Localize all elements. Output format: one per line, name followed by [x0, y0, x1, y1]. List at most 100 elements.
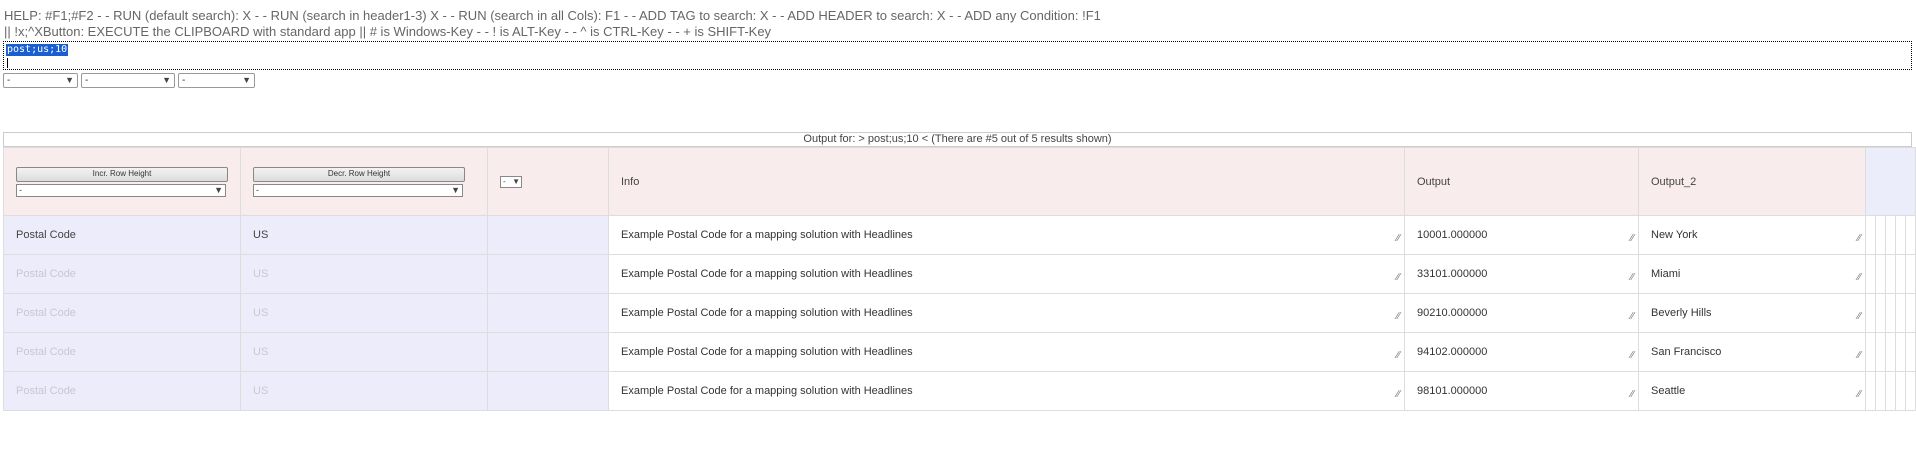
text-caret	[7, 58, 8, 68]
header-select-2[interactable]: - ▼	[253, 183, 463, 197]
resize-handle-icon[interactable]: ∕∕	[1631, 272, 1634, 283]
filter-dropdown-2-value: -	[85, 75, 89, 86]
cell-type: Postal Code	[3, 254, 241, 294]
cell-country: US	[240, 332, 488, 372]
cell-output-2[interactable]: San Francisco ∕∕	[1638, 332, 1866, 372]
cell-spacer	[1905, 371, 1916, 411]
cell-country: US	[240, 371, 488, 411]
header-select-1[interactable]: - ▼	[16, 183, 226, 197]
cell-type: Postal Code	[3, 332, 241, 372]
cell-output[interactable]: 90210.000000 ∕∕	[1404, 293, 1639, 333]
cell-output[interactable]: 33101.000000 ∕∕	[1404, 254, 1639, 294]
table-header-row: Incr. Row Height - ▼ Decr. Row Height - ▼ …	[3, 147, 1916, 216]
search-input[interactable]: post;us;10	[3, 41, 1912, 70]
column-header-info[interactable]: Info	[608, 147, 1405, 216]
column-header-output-2[interactable]: Output_2	[1638, 147, 1866, 216]
cell-spacer	[1885, 371, 1896, 411]
cell-empty	[487, 371, 609, 411]
cell-output-2[interactable]: New York ∕∕	[1638, 215, 1866, 255]
cell-info-text: Example Postal Code for a mapping soluti…	[621, 346, 913, 358]
cell-info-text: Example Postal Code for a mapping soluti…	[621, 229, 913, 241]
cell-spacer	[1865, 332, 1876, 372]
help-line-1: HELP: #F1;#F2 - - RUN (default search): …	[4, 8, 1101, 23]
cell-output-2[interactable]: Seattle ∕∕	[1638, 371, 1866, 411]
filter-dropdown-2[interactable]: - ▼	[81, 73, 175, 88]
table-row[interactable]: Postal Code US Example Postal Code for a m…	[3, 332, 1916, 372]
cell-info[interactable]: Example Postal Code for a mapping soluti…	[608, 293, 1405, 333]
header-incr-cell: Incr. Row Height - ▼	[3, 147, 241, 216]
cell-spacer	[1895, 371, 1906, 411]
help-line-2: || !x;^XButton: EXECUTE the CLIPBOARD wi…	[4, 24, 772, 39]
cell-spacer	[1905, 293, 1916, 333]
cell-type: Postal Code	[3, 371, 241, 411]
cell-country: US	[240, 293, 488, 333]
cell-output[interactable]: 98101.000000 ∕∕	[1404, 371, 1639, 411]
cell-info[interactable]: Example Postal Code for a mapping soluti…	[608, 215, 1405, 255]
cell-output[interactable]: 94102.000000 ∕∕	[1404, 332, 1639, 372]
resize-handle-icon[interactable]: ∕∕	[1858, 389, 1861, 400]
cell-output[interactable]: 10001.000000 ∕∕	[1404, 215, 1639, 255]
resize-handle-icon[interactable]: ∕∕	[1397, 389, 1400, 400]
resize-handle-icon[interactable]: ∕∕	[1397, 311, 1400, 322]
cell-spacer	[1885, 254, 1896, 294]
chevron-down-icon: ▼	[451, 184, 460, 195]
cell-spacer	[1875, 371, 1886, 411]
chevron-down-icon: ▼	[162, 75, 171, 85]
cell-info[interactable]: Example Postal Code for a mapping soluti…	[608, 332, 1405, 372]
resize-handle-icon[interactable]: ∕∕	[1858, 233, 1861, 244]
cell-spacer	[1885, 293, 1896, 333]
cell-output-2-text: Seattle	[1651, 385, 1686, 397]
resize-handle-icon[interactable]: ∕∕	[1397, 272, 1400, 283]
filter-dropdown-1-value: -	[7, 75, 11, 86]
chevron-down-icon: ▼	[65, 75, 74, 85]
resize-handle-icon[interactable]: ∕∕	[1631, 350, 1634, 361]
cell-spacer	[1895, 332, 1906, 372]
cell-empty	[487, 254, 609, 294]
table-row[interactable]: Postal Code US Example Postal Code for a m…	[3, 371, 1916, 411]
filter-dropdown-1[interactable]: - ▼	[3, 73, 78, 88]
cell-spacer	[1875, 254, 1886, 294]
chevron-down-icon: ▼	[512, 177, 520, 186]
column-header-output[interactable]: Output	[1404, 147, 1639, 216]
cell-empty	[487, 332, 609, 372]
resize-handle-icon[interactable]: ∕∕	[1631, 233, 1634, 244]
cell-output-text: 94102.000000	[1417, 346, 1488, 358]
cell-info[interactable]: Example Postal Code for a mapping soluti…	[608, 371, 1405, 411]
cell-spacer	[1885, 332, 1896, 372]
cell-spacer	[1905, 254, 1916, 294]
cell-spacer	[1865, 254, 1876, 294]
resize-handle-icon[interactable]: ∕∕	[1858, 311, 1861, 322]
cell-info-text: Example Postal Code for a mapping soluti…	[621, 268, 913, 280]
cell-output-2[interactable]: Miami ∕∕	[1638, 254, 1866, 294]
incr-row-height-button[interactable]: Incr. Row Height	[16, 166, 228, 182]
cell-output-2[interactable]: Beverly Hills ∕∕	[1638, 293, 1866, 333]
cell-output-2-text: New York	[1651, 229, 1698, 241]
cell-type: Postal Code	[3, 293, 241, 333]
resize-handle-icon[interactable]: ∕∕	[1858, 350, 1861, 361]
cell-info-text: Example Postal Code for a mapping soluti…	[621, 385, 913, 397]
table-row[interactable]: Postal Code US Example Postal Code for a m…	[3, 254, 1916, 294]
cell-type: Postal Code	[3, 215, 241, 255]
resize-handle-icon[interactable]: ∕∕	[1631, 389, 1634, 400]
resize-handle-icon[interactable]: ∕∕	[1397, 350, 1400, 361]
header-select-3[interactable]: - ▼	[500, 176, 522, 188]
cell-spacer	[1905, 332, 1916, 372]
decr-row-height-button[interactable]: Decr. Row Height	[253, 166, 465, 182]
chevron-down-icon: ▼	[214, 184, 223, 195]
cell-spacer	[1865, 215, 1876, 255]
resize-handle-icon[interactable]: ∕∕	[1397, 233, 1400, 244]
cell-spacer	[1865, 371, 1876, 411]
search-input-value: post;us;10	[6, 44, 69, 56]
cell-spacer	[1895, 215, 1906, 255]
table-row[interactable]: Postal Code US Example Postal Code for a m…	[3, 293, 1916, 333]
filter-dropdown-3[interactable]: - ▼	[178, 73, 255, 88]
resize-handle-icon[interactable]: ∕∕	[1631, 311, 1634, 322]
resize-handle-icon[interactable]: ∕∕	[1858, 272, 1861, 283]
results-table: Incr. Row Height - ▼ Decr. Row Height - ▼ …	[3, 147, 1916, 411]
cell-country: US	[240, 215, 488, 255]
table-row[interactable]: Postal Code US Example Postal Code for a m…	[3, 215, 1916, 255]
filter-dropdown-3-value: -	[182, 75, 186, 86]
output-title: Output for: > post;us;10 < (There are #5…	[3, 132, 1912, 147]
header-spacer	[1865, 147, 1916, 216]
cell-info[interactable]: Example Postal Code for a mapping soluti…	[608, 254, 1405, 294]
